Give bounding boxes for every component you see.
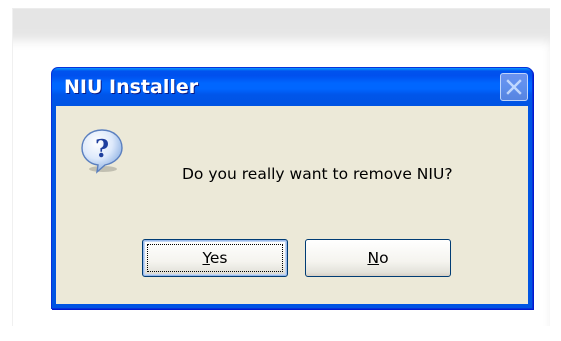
no-button-label: No — [367, 249, 389, 267]
svg-text:?: ? — [95, 134, 109, 163]
dialog-title: NIU Installer — [64, 76, 199, 98]
dialog-body: ? Do you really want to remove NIU? Yes … — [56, 106, 528, 304]
yes-button[interactable]: Yes — [142, 239, 288, 277]
no-button[interactable]: No — [305, 239, 451, 277]
close-icon — [506, 79, 522, 95]
title-bar[interactable]: NIU Installer — [52, 68, 532, 106]
question-icon: ? — [81, 129, 123, 174]
screen-background: NIU Installer ? Do you really want to re… — [0, 0, 561, 341]
close-button[interactable] — [500, 73, 528, 101]
yes-button-label: Yes — [202, 249, 228, 267]
dialog-message: Do you really want to remove NIU? — [182, 165, 453, 183]
message-dialog: NIU Installer ? Do you really want to re… — [51, 67, 533, 309]
